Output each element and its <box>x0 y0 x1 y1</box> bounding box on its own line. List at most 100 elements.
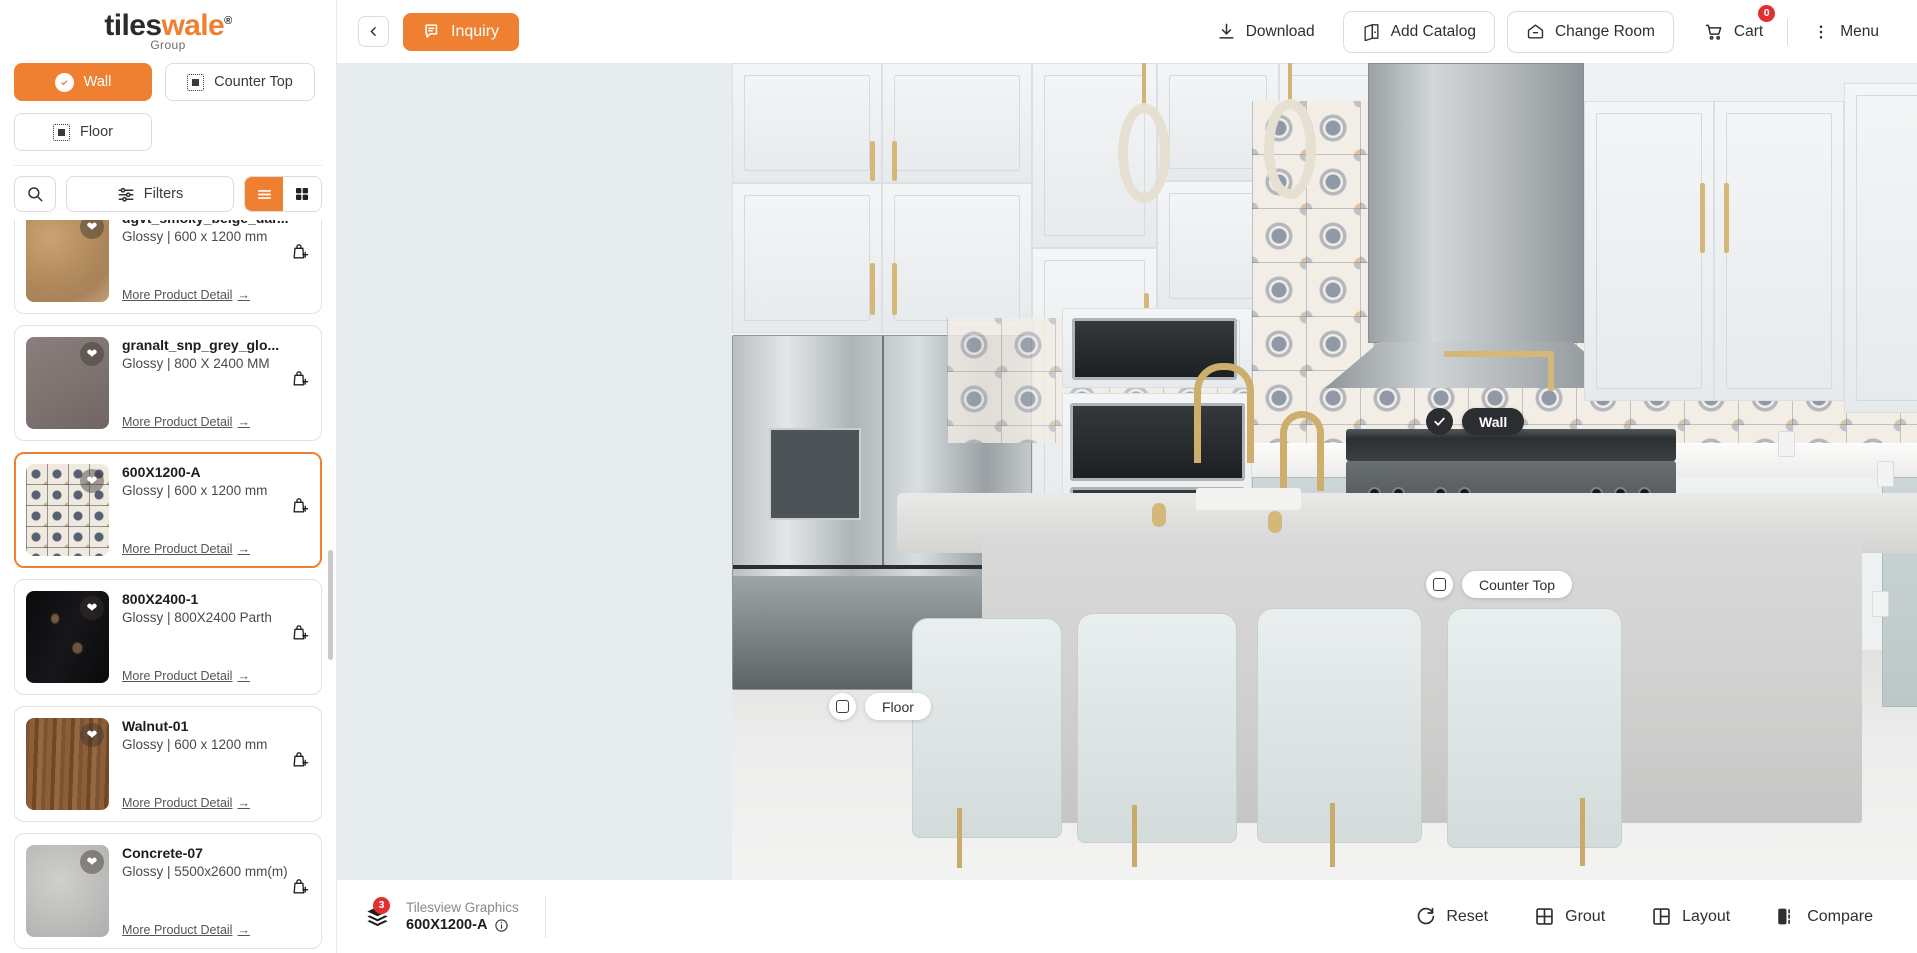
back-button[interactable] <box>358 16 389 47</box>
product-thumbnail[interactable]: ❤ <box>26 220 109 302</box>
product-spec: Glossy | 600 x 1200 mm <box>122 229 268 244</box>
download-button[interactable]: Download <box>1201 12 1331 52</box>
product-card[interactable]: ❤ dgvt_smoky_beige_dar... Glossy | 600 x 1… <box>14 220 322 314</box>
favorite-heart-icon[interactable]: ❤ <box>80 723 104 747</box>
add-to-bag-icon[interactable] <box>291 496 310 515</box>
favorite-heart-icon[interactable]: ❤ <box>80 342 104 366</box>
cart-button[interactable]: Cart 0 <box>1688 4 1779 52</box>
product-title: Concrete-07 <box>122 845 203 861</box>
check-icon[interactable] <box>1426 408 1453 435</box>
more-product-detail-link[interactable]: More Product Detail → <box>122 288 250 302</box>
checkbox-empty-icon[interactable] <box>829 693 856 720</box>
arrow-right-icon: → <box>237 796 250 810</box>
cabinet-handle <box>1700 183 1705 253</box>
list-view-icon[interactable] <box>245 177 283 211</box>
chair-leg <box>957 808 962 868</box>
chip-label-counter-top[interactable]: Counter Top <box>1462 571 1573 598</box>
room-canvas[interactable]: Wall Counter Top Floor Powered By Tilesv… <box>732 63 1917 880</box>
filters-button[interactable]: Filters <box>66 176 234 212</box>
add-to-bag-icon[interactable] <box>291 750 310 769</box>
add-to-bag-icon[interactable] <box>291 877 310 896</box>
add-catalog-button[interactable]: Add Catalog <box>1342 10 1495 53</box>
search-button[interactable] <box>14 176 56 212</box>
compare-button[interactable]: Compare <box>1758 896 1891 938</box>
more-product-detail-link[interactable]: More Product Detail → <box>122 796 250 810</box>
cabinet <box>732 63 882 183</box>
wall-outlet <box>1872 591 1889 617</box>
product-title: granalt_snp_grey_glo... <box>122 337 280 353</box>
product-card[interactable]: ❤ 800X2400-1 Glossy | 800X2400 Parth More P… <box>14 579 322 695</box>
product-spec: Glossy | 600 x 1200 mm <box>122 737 268 752</box>
chip-label-floor[interactable]: Floor <box>865 693 931 720</box>
bottombar-divider <box>544 895 546 938</box>
add-to-bag-icon[interactable] <box>291 242 310 261</box>
surface-button-floor[interactable]: Floor <box>14 113 152 151</box>
checkbox-empty-icon[interactable] <box>1426 571 1453 598</box>
grid-view-icon[interactable] <box>283 177 321 211</box>
more-product-detail-link[interactable]: More Product Detail → <box>122 415 250 429</box>
favorite-heart-icon[interactable]: ❤ <box>80 850 104 874</box>
arrow-right-icon: → <box>237 415 250 429</box>
favorite-heart-icon[interactable]: ❤ <box>80 220 104 239</box>
surface-chip-counter-top[interactable]: Counter Top <box>1426 571 1573 598</box>
bottom-actions: Reset Grout Layout Compare <box>1397 896 1891 938</box>
surface-chip-floor[interactable]: Floor <box>829 693 931 720</box>
product-thumbnail[interactable]: ❤ <box>26 591 109 683</box>
pot-filler-faucet <box>1444 351 1554 357</box>
layer-value: 600X1200-A <box>406 917 488 933</box>
reset-button[interactable]: Reset <box>1397 896 1506 938</box>
download-icon <box>1217 22 1236 41</box>
product-thumbnail[interactable]: ❤ <box>26 337 109 429</box>
favorite-heart-icon[interactable]: ❤ <box>80 469 104 493</box>
surface-button-counter-top[interactable]: Counter Top <box>165 63 315 101</box>
faucet-handle <box>1268 511 1282 533</box>
chip-label-wall[interactable]: Wall <box>1462 408 1525 435</box>
product-card[interactable]: ❤ Walnut-01 Glossy | 600 x 1200 mm More Pro… <box>14 706 322 822</box>
menu-button[interactable]: Menu <box>1796 12 1895 52</box>
layout-button[interactable]: Layout <box>1633 896 1748 938</box>
product-info: dgvt_smoky_beige_dar... Glossy | 600 x 12… <box>122 220 310 302</box>
cabinet <box>1844 83 1917 413</box>
product-card[interactable]: ❤ Concrete-07 Glossy | 5500x2600 mm(m) More… <box>14 833 322 949</box>
surface-chip-wall[interactable]: Wall <box>1426 408 1525 435</box>
cart-label: Cart <box>1733 22 1764 40</box>
product-card[interactable]: ❤ 600X1200-A Glossy | 600 x 1200 mm More Pr… <box>14 452 322 568</box>
arrow-right-icon: → <box>237 923 250 937</box>
more-product-detail-label: More Product Detail <box>122 669 233 683</box>
surface-button-wall[interactable]: Wall <box>14 63 152 101</box>
more-product-detail-link[interactable]: More Product Detail → <box>122 669 250 683</box>
active-layer-info[interactable]: 3 Tilesview Graphics 600X1200-A <box>362 896 519 933</box>
range-hood <box>1325 63 1627 388</box>
add-to-bag-icon[interactable] <box>291 623 310 642</box>
bar-chair <box>912 618 1062 838</box>
sidebar: tileswale® Group Wall Counter Top Floor … <box>0 0 336 953</box>
pendant-light <box>1264 99 1316 199</box>
visualizer-stage: Wall Counter Top Floor Powered By Tilesv… <box>336 63 1917 880</box>
surface-square-icon <box>52 123 70 141</box>
info-icon[interactable] <box>494 918 509 933</box>
product-spec: Glossy | 5500x2600 mm(m) <box>122 864 288 879</box>
grout-button[interactable]: Grout <box>1516 896 1623 938</box>
sink-basin <box>1196 488 1301 510</box>
bar-chair <box>1257 608 1422 843</box>
product-card[interactable]: ❤ granalt_snp_grey_glo... Glossy | 800 X 2… <box>14 325 322 441</box>
inquiry-button[interactable]: Inquiry <box>403 12 520 51</box>
favorite-heart-icon[interactable]: ❤ <box>80 596 104 620</box>
add-to-bag-icon[interactable] <box>291 369 310 388</box>
cart-icon <box>1704 22 1724 42</box>
change-room-button[interactable]: Change Room <box>1506 10 1674 53</box>
layer-count-badge: 3 <box>373 896 390 914</box>
chevron-left-icon <box>367 25 380 38</box>
product-thumbnail[interactable]: ❤ <box>26 845 109 937</box>
more-product-detail-link[interactable]: More Product Detail → <box>122 923 250 937</box>
product-thumbnail[interactable]: ❤ <box>26 718 109 810</box>
bottom-toolbar: 3 Tilesview Graphics 600X1200-A Reset Gr… <box>336 880 1917 953</box>
surface-selector: Wall Counter Top Floor <box>0 63 336 163</box>
surface-square-icon <box>187 73 205 91</box>
more-product-detail-link[interactable]: More Product Detail → <box>122 542 250 556</box>
product-list-scroll-area[interactable]: ❤ dgvt_smoky_beige_dar... Glossy | 600 x 1… <box>0 220 336 953</box>
wall-outlet <box>1778 431 1795 457</box>
brand-name-part2: wale <box>161 9 225 42</box>
product-thumbnail[interactable]: ❤ <box>26 464 109 556</box>
sidebar-scrollbar-thumb[interactable] <box>328 550 333 660</box>
